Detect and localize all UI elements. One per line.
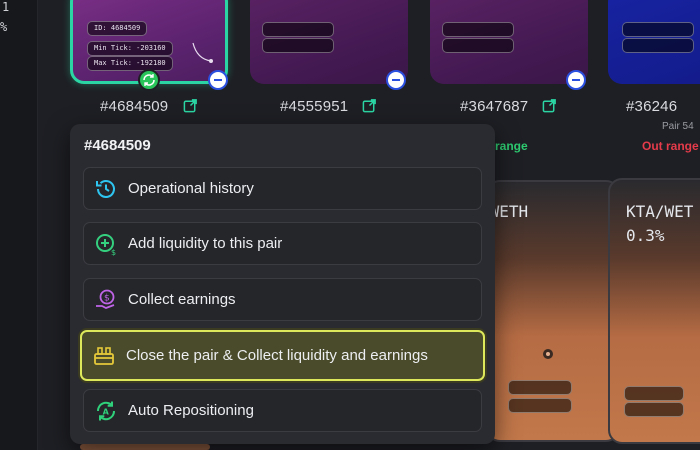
card-id-label: #4555951 bbox=[280, 98, 349, 115]
position-card[interactable] bbox=[608, 0, 700, 84]
card-info-pill bbox=[508, 380, 572, 395]
collect-earnings-icon: $ bbox=[96, 289, 115, 309]
card-id-pill: ID: 4684509 bbox=[87, 21, 148, 36]
card-max-tick-pill: Max Tick: -192180 bbox=[87, 56, 173, 71]
refresh-badge-icon[interactable] bbox=[138, 69, 160, 91]
menu-title: #4684509 bbox=[84, 137, 151, 154]
card-info-pill bbox=[442, 38, 514, 53]
status-text: range bbox=[495, 139, 528, 153]
position-card[interactable] bbox=[250, 0, 408, 84]
card-info-pill bbox=[442, 22, 514, 37]
card-id-label: #4684509 bbox=[100, 98, 169, 115]
menu-item-operational-history[interactable]: Operational history bbox=[83, 167, 482, 210]
card-info-pill bbox=[624, 386, 684, 401]
card-id-label: #3647687 bbox=[460, 98, 529, 115]
svg-text:$: $ bbox=[111, 248, 116, 256]
history-icon bbox=[96, 179, 115, 198]
menu-item-label: Operational history bbox=[128, 180, 254, 197]
remove-button-3[interactable] bbox=[566, 70, 586, 90]
card-info-pill bbox=[262, 38, 334, 53]
pair-label: Pair 54 bbox=[662, 121, 694, 132]
auto-reposition-icon: A bbox=[96, 401, 116, 420]
card-curve-graphic bbox=[192, 42, 213, 63]
card-id-label: #36246 bbox=[626, 98, 678, 115]
menu-item-collect-earnings[interactable]: $ Collect earnings bbox=[83, 278, 482, 321]
menu-item-close-pair[interactable]: Close the pair & Collect liquidity and e… bbox=[80, 330, 485, 381]
external-link-icon[interactable] bbox=[183, 98, 198, 113]
card-pair-title: KTA/WET bbox=[626, 202, 694, 221]
remove-button-2[interactable] bbox=[386, 70, 406, 90]
menu-item-label: Collect earnings bbox=[128, 291, 236, 308]
card-info-pill bbox=[508, 398, 572, 413]
close-pair-icon bbox=[94, 346, 114, 365]
card-info-pill bbox=[622, 22, 694, 37]
left-sidebar: 1 % bbox=[0, 0, 38, 450]
card-info-pill bbox=[622, 38, 694, 53]
card-fee-tier: 0.3% bbox=[626, 226, 665, 245]
card-curve-graphic bbox=[543, 349, 553, 359]
add-liquidity-icon: $ bbox=[96, 233, 116, 256]
card-edge bbox=[80, 444, 210, 450]
remove-button-1[interactable] bbox=[208, 70, 228, 90]
status-text: Out range bbox=[642, 139, 699, 153]
sidebar-unit: % bbox=[0, 20, 8, 34]
menu-item-label: Close the pair & Collect liquidity and e… bbox=[126, 347, 428, 364]
position-card[interactable]: /WETH bbox=[486, 180, 620, 442]
menu-item-auto-repositioning[interactable]: A Auto Repositioning bbox=[83, 389, 482, 432]
card-info-pill bbox=[262, 22, 334, 37]
sidebar-value: 1 bbox=[2, 0, 10, 14]
external-link-icon[interactable] bbox=[542, 98, 557, 113]
position-context-menu: #4684509 Operational history $ Add liqui… bbox=[70, 124, 495, 444]
position-card[interactable]: KTA/WET 0.3% bbox=[608, 178, 700, 444]
menu-item-label: Add liquidity to this pair bbox=[128, 235, 283, 252]
svg-text:$: $ bbox=[104, 293, 110, 303]
card-min-tick-pill: Min Tick: -203160 bbox=[87, 41, 173, 56]
card-info-pill bbox=[624, 402, 684, 417]
position-card[interactable] bbox=[430, 0, 588, 84]
menu-item-add-liquidity[interactable]: $ Add liquidity to this pair bbox=[83, 222, 482, 265]
svg-text:A: A bbox=[103, 407, 110, 416]
app-root: 1 % ID: 4684509 Min Tick: -203160 Max Ti… bbox=[0, 0, 700, 450]
external-link-icon[interactable] bbox=[362, 98, 377, 113]
menu-item-label: Auto Repositioning bbox=[128, 402, 254, 419]
